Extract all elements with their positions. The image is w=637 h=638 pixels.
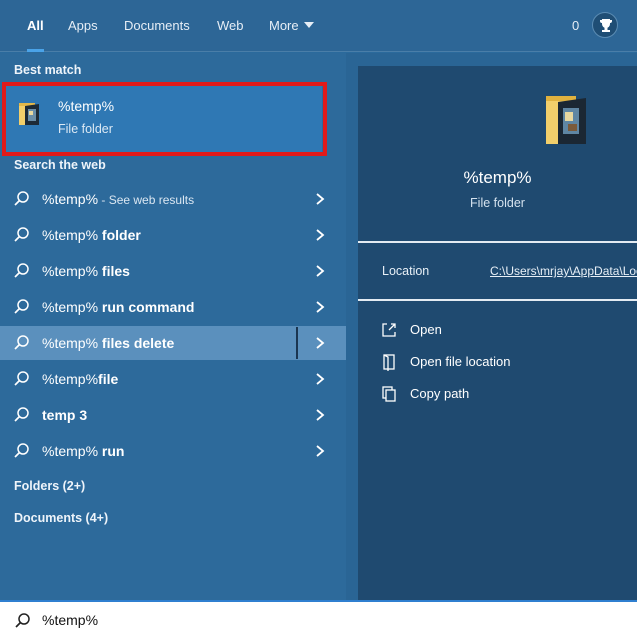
open-file-location-label: Open file location xyxy=(410,354,511,369)
search-icon xyxy=(14,299,29,314)
search-icon xyxy=(14,227,29,242)
best-match-title: %temp% xyxy=(58,98,115,114)
web-result-query: %temp% xyxy=(42,299,99,315)
folder-large-icon xyxy=(546,96,586,144)
chevron-right-icon[interactable] xyxy=(314,192,326,206)
tab-apps[interactable]: Apps xyxy=(68,0,98,52)
web-result-bold: file xyxy=(98,371,119,387)
open-file-location-action[interactable]: Open file location xyxy=(380,351,540,373)
web-result-query: %temp% xyxy=(42,191,99,207)
web-result-text: %temp% - See web results xyxy=(42,182,194,217)
web-result-bold: files xyxy=(98,263,130,279)
web-result-bold: files delete xyxy=(98,335,175,351)
best-match-highlight-outline xyxy=(2,82,327,156)
web-result-query: %temp% xyxy=(42,371,99,387)
tab-all[interactable]: All xyxy=(27,0,44,52)
search-icon xyxy=(14,191,29,206)
search-icon xyxy=(14,371,29,386)
web-result-query: %temp% xyxy=(42,227,99,243)
tab-web[interactable]: Web xyxy=(217,0,244,52)
web-result-query: %temp% xyxy=(42,443,99,459)
copy-icon xyxy=(382,386,396,402)
web-result-text: %temp%file xyxy=(42,362,118,397)
search-icon xyxy=(14,335,29,350)
open-action[interactable]: Open xyxy=(380,319,500,341)
row-divider xyxy=(296,327,298,359)
file-location-icon xyxy=(383,354,395,371)
web-result-bold: temp 3 xyxy=(42,407,88,423)
web-result-text: %temp% folder xyxy=(42,218,141,253)
tab-more[interactable]: More xyxy=(269,0,314,52)
preview-divider xyxy=(358,241,637,243)
chevron-right-icon[interactable] xyxy=(314,408,326,422)
copy-path-action[interactable]: Copy path xyxy=(380,383,500,405)
web-result-row[interactable]: %temp% - See web results xyxy=(0,182,346,216)
search-icon xyxy=(14,443,29,458)
preview-title: %temp% xyxy=(463,168,532,187)
web-result-suffix: - See web results xyxy=(98,193,195,207)
web-result-query: %temp% xyxy=(42,335,99,351)
copy-path-label: Copy path xyxy=(410,386,470,401)
trophy-icon[interactable] xyxy=(592,12,618,38)
web-result-text: %temp% files xyxy=(42,254,130,289)
web-result-row[interactable]: %temp%file xyxy=(0,362,346,396)
web-result-bold: run xyxy=(98,443,125,459)
web-result-row[interactable]: %temp% folder xyxy=(0,218,346,252)
search-icon xyxy=(15,613,30,628)
section-folders[interactable]: Folders (2+) xyxy=(14,479,85,493)
search-input[interactable]: %temp% xyxy=(42,612,98,628)
chevron-right-icon[interactable] xyxy=(314,336,326,350)
chevron-right-icon[interactable] xyxy=(314,264,326,278)
chevron-right-icon[interactable] xyxy=(314,444,326,458)
best-match-subtitle: File folder xyxy=(58,122,113,136)
web-result-text: %temp% run command xyxy=(42,290,195,325)
web-result-text: %temp% files delete xyxy=(42,326,174,361)
open-label: Open xyxy=(410,322,442,337)
rewards-points: 0 xyxy=(572,18,580,33)
search-icon xyxy=(14,407,29,422)
chevron-right-icon[interactable] xyxy=(314,228,326,242)
section-search-web: Search the web xyxy=(14,158,106,172)
folder-icon xyxy=(19,103,39,125)
section-best-match: Best match xyxy=(14,63,82,77)
tab-more-label: More xyxy=(269,18,299,33)
preview-subtitle: File folder xyxy=(470,196,525,210)
web-result-text: temp 3 xyxy=(42,398,87,433)
open-icon xyxy=(382,323,396,337)
web-result-row[interactable]: temp 3 xyxy=(0,398,346,432)
web-result-query: %temp% xyxy=(42,263,99,279)
chevron-right-icon[interactable] xyxy=(314,372,326,386)
location-label: Location xyxy=(382,264,430,278)
location-link[interactable]: C:\Users\mrjay\AppData\Local\Temp xyxy=(490,264,637,278)
preview-divider xyxy=(358,299,637,301)
section-documents[interactable]: Documents (4+) xyxy=(14,511,108,525)
caret-down-icon xyxy=(303,22,314,28)
search-box[interactable]: %temp% xyxy=(0,600,637,638)
web-result-row[interactable]: %temp% files xyxy=(0,254,346,288)
search-icon xyxy=(14,263,29,278)
web-result-row[interactable]: %temp% run command xyxy=(0,290,346,324)
web-result-bold: run command xyxy=(98,299,195,315)
web-result-row[interactable]: %temp% run xyxy=(0,434,346,468)
web-result-text: %temp% run xyxy=(42,434,124,469)
search-scope-tabs: All Apps Documents Web More 0 xyxy=(0,0,637,52)
tab-documents[interactable]: Documents xyxy=(124,0,190,52)
web-result-row[interactable]: %temp% files delete xyxy=(0,326,346,360)
chevron-right-icon[interactable] xyxy=(314,300,326,314)
web-result-bold: folder xyxy=(98,227,141,243)
